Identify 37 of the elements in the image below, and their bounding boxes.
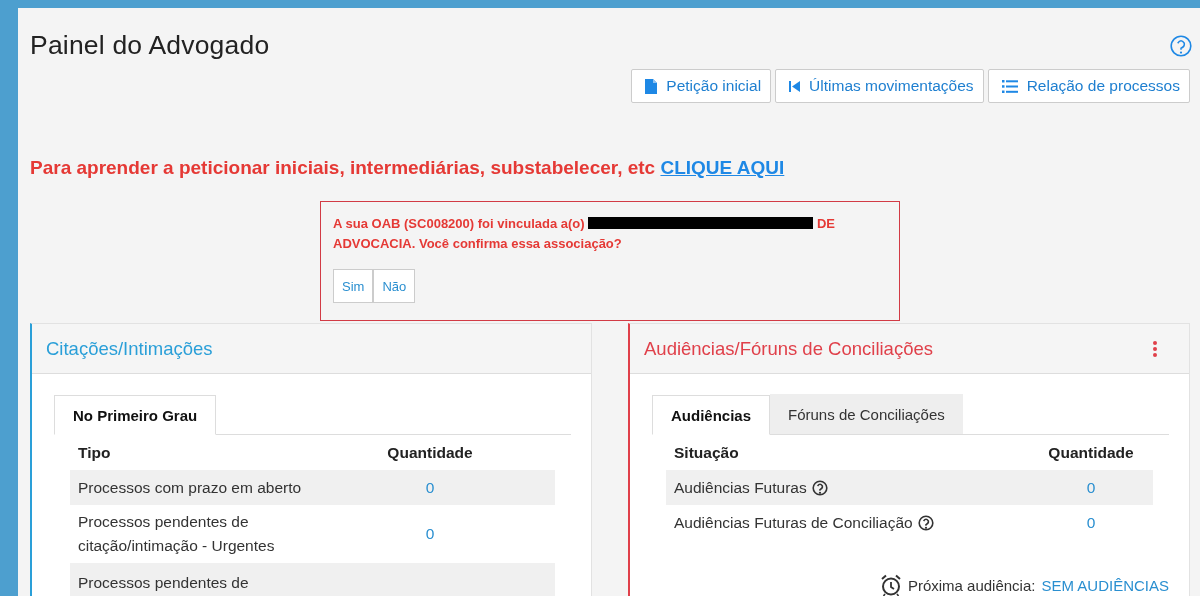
footer-link[interactable]: SEM AUDIÊNCIAS bbox=[1041, 576, 1169, 594]
toolbar-button[interactable]: Petição inicial bbox=[631, 69, 772, 103]
answer-button[interactable]: Não bbox=[373, 269, 416, 303]
column-header: Situação bbox=[673, 443, 740, 462]
notice-text: Para aprender a peticionar iniciais, intermediárias, substabelecer, etc CLIQUE AQUI bbox=[30, 157, 786, 179]
count-link[interactable]: 0 bbox=[1041, 513, 1141, 532]
card-title: Citações/Intimações bbox=[46, 337, 213, 360]
count-link[interactable]: 0 bbox=[360, 478, 500, 497]
list-icon bbox=[1001, 79, 1018, 93]
column-header: Quantidade bbox=[386, 443, 474, 462]
more-menu-icon bbox=[1153, 340, 1157, 357]
card-title: Audiências/Fóruns de Conciliações bbox=[644, 337, 933, 360]
help-icon bbox=[811, 479, 828, 496]
table-cell-text: Processos pendentes de bbox=[77, 573, 250, 593]
count-link[interactable]: 0 bbox=[1041, 478, 1141, 497]
answer-button[interactable]: Sim bbox=[333, 269, 374, 303]
toolbar-button[interactable]: Relação de processos bbox=[987, 69, 1190, 103]
column-header: Quantidade bbox=[1047, 443, 1135, 462]
footer-label: Próxima audiência: bbox=[907, 576, 1036, 594]
toolbar-button[interactable]: Últimas movimentações bbox=[775, 69, 984, 103]
table-cell-text: Processos com prazo em aberto bbox=[77, 477, 303, 498]
skip-back-icon bbox=[789, 80, 801, 92]
alert-message: A sua OAB (SC008200) foi vinculada a(o) DE ADVOCACIA. Você confirma essa associação? bbox=[333, 215, 836, 253]
table-cell-text: Processos pendentes de citação/intimação - Urgentes bbox=[77, 512, 276, 556]
table-cell-text: Audiências Futuras de Conciliação bbox=[674, 512, 913, 533]
tab[interactable]: No Primeiro Grau bbox=[54, 395, 217, 435]
notice-link[interactable]: CLIQUE AQUI bbox=[660, 157, 785, 178]
tab[interactable]: Audiências bbox=[652, 395, 771, 435]
help-icon bbox=[917, 514, 934, 531]
column-header: Tipo bbox=[77, 443, 112, 462]
document-icon bbox=[645, 78, 658, 94]
help-icon bbox=[1170, 34, 1192, 57]
alarm-clock-icon bbox=[879, 574, 902, 596]
tab[interactable]: Fóruns de Conciliações bbox=[770, 394, 963, 434]
count-link[interactable]: 0 bbox=[360, 525, 500, 543]
table-cell-text: Audiências Futuras bbox=[674, 477, 807, 498]
page-title: Painel do Advogado bbox=[30, 30, 270, 61]
